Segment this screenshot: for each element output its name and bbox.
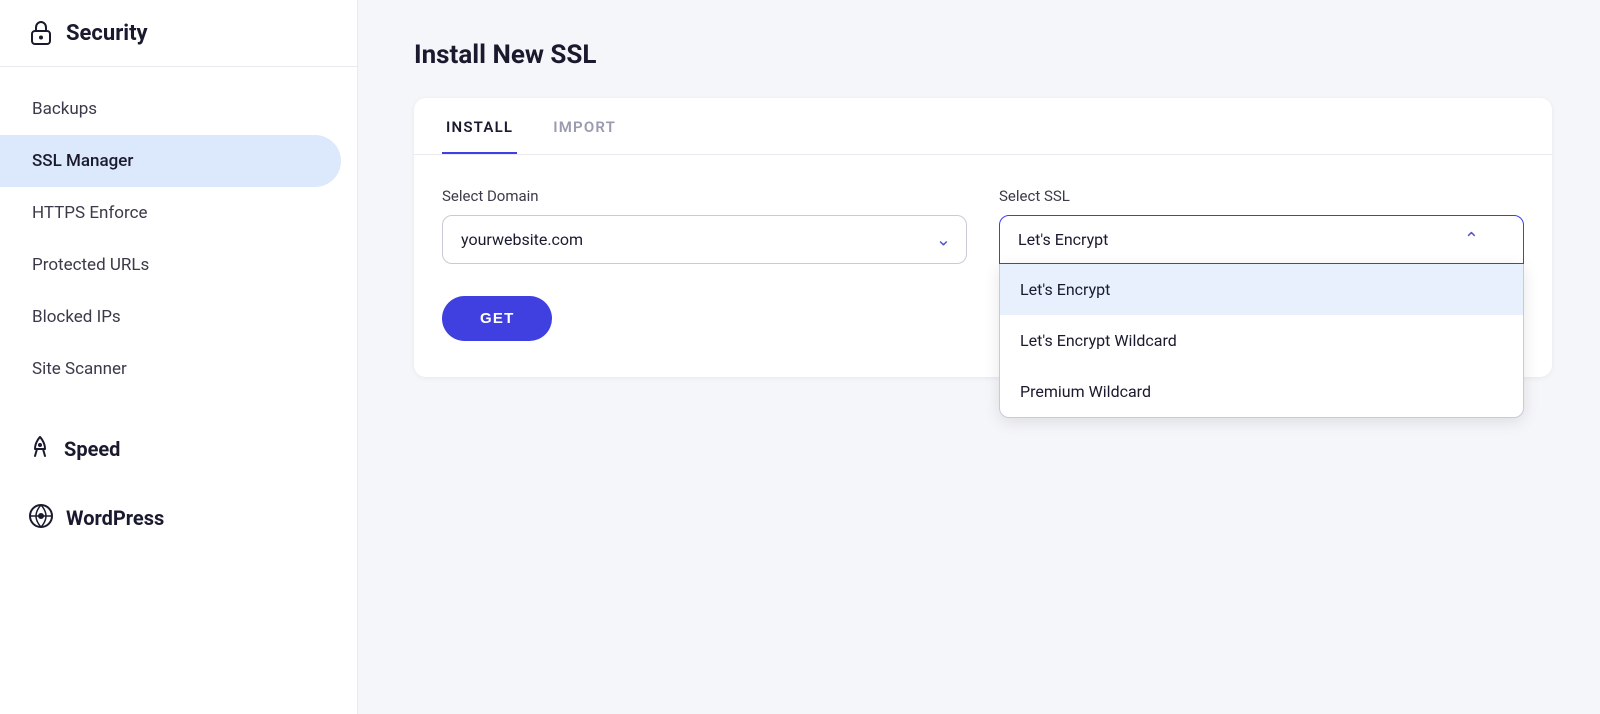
sidebar-item-https-enforce[interactable]: HTTPS Enforce xyxy=(0,187,357,239)
wordpress-title: WordPress xyxy=(66,506,164,530)
tab-install[interactable]: INSTALL xyxy=(442,98,517,154)
domain-label: Select Domain xyxy=(442,187,967,205)
sidebar-title: Security xyxy=(66,21,148,46)
lock-icon xyxy=(28,20,54,46)
ssl-selected-value: Let's Encrypt xyxy=(1018,230,1108,249)
speed-section[interactable]: Speed xyxy=(0,411,357,479)
install-ssl-card: INSTALL IMPORT Select Domain yourwebsite… xyxy=(414,98,1552,377)
ssl-chevron-icon: ⌃ xyxy=(1464,231,1479,249)
rocket-icon xyxy=(28,435,52,463)
sidebar-header: Security xyxy=(0,0,357,67)
wordpress-icon xyxy=(28,503,54,533)
sidebar-item-backups[interactable]: Backups xyxy=(0,83,357,135)
tabs: INSTALL IMPORT xyxy=(414,98,1552,155)
ssl-option-premium-wildcard[interactable]: Premium Wildcard xyxy=(1000,366,1523,417)
ssl-display[interactable]: Let's Encrypt ⌃ xyxy=(999,215,1524,264)
tab-import[interactable]: IMPORT xyxy=(549,98,620,154)
sidebar-nav: Backups SSL Manager HTTPS Enforce Protec… xyxy=(0,67,357,411)
page-title: Install New SSL xyxy=(414,40,1552,70)
sidebar: Security Backups SSL Manager HTTPS Enfor… xyxy=(0,0,358,714)
ssl-select-wrapper: Let's Encrypt ⌃ Let's Encrypt Let's Encr… xyxy=(999,215,1524,264)
sidebar-item-ssl-manager[interactable]: SSL Manager xyxy=(0,135,341,187)
ssl-dropdown: Let's Encrypt Let's Encrypt Wildcard Pre… xyxy=(999,264,1524,418)
get-button[interactable]: GET xyxy=(442,296,552,341)
sidebar-item-site-scanner[interactable]: Site Scanner xyxy=(0,343,357,395)
form-row: Select Domain yourwebsite.com ⌄ Select S… xyxy=(442,187,1524,264)
ssl-label: Select SSL xyxy=(999,187,1524,205)
speed-title: Speed xyxy=(64,437,120,461)
ssl-option-lets-encrypt-wildcard[interactable]: Let's Encrypt Wildcard xyxy=(1000,315,1523,366)
ssl-option-lets-encrypt[interactable]: Let's Encrypt xyxy=(1000,264,1523,315)
ssl-group: Select SSL Let's Encrypt ⌃ Let's Encrypt… xyxy=(999,187,1524,264)
sidebar-item-blocked-ips[interactable]: Blocked IPs xyxy=(0,291,357,343)
form-area: Select Domain yourwebsite.com ⌄ Select S… xyxy=(414,155,1552,377)
domain-select[interactable]: yourwebsite.com xyxy=(442,215,967,264)
wordpress-section[interactable]: WordPress xyxy=(0,479,357,549)
domain-group: Select Domain yourwebsite.com ⌄ xyxy=(442,187,967,264)
main-content: Install New SSL INSTALL IMPORT Select Do… xyxy=(358,0,1600,714)
domain-select-wrapper: yourwebsite.com ⌄ xyxy=(442,215,967,264)
sidebar-item-protected-urls[interactable]: Protected URLs xyxy=(0,239,357,291)
